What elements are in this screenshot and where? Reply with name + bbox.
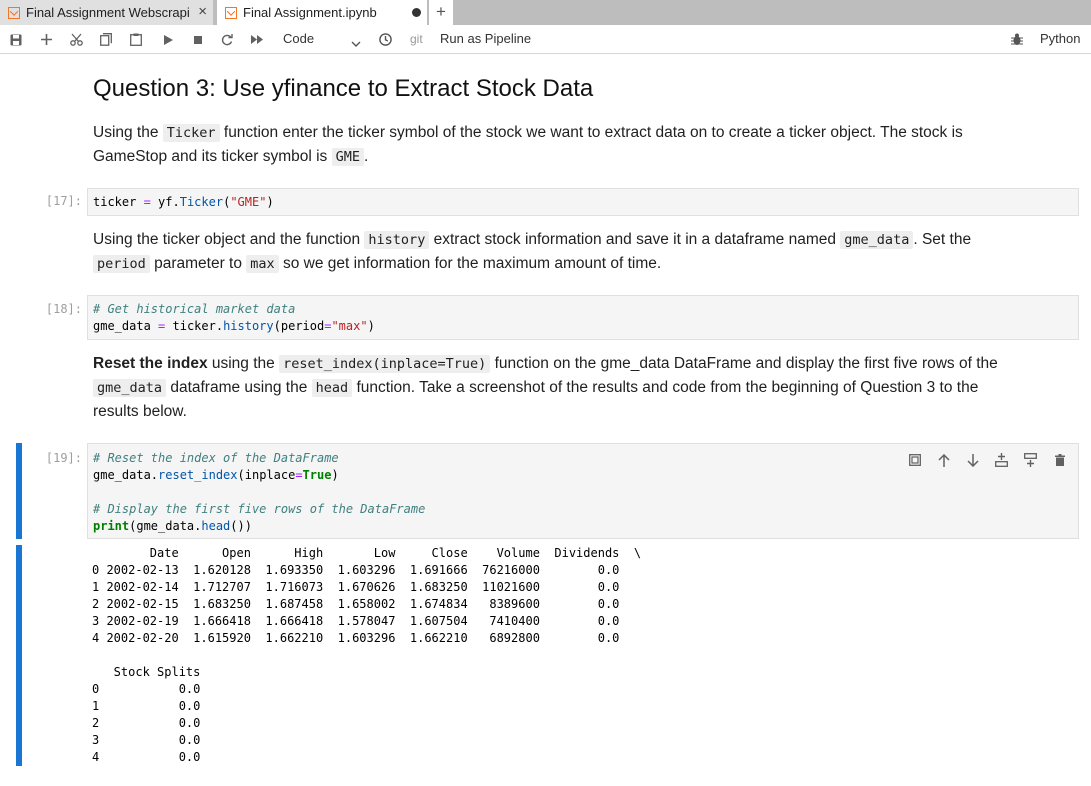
scissors-icon xyxy=(69,33,83,46)
close-icon[interactable]: × xyxy=(198,3,207,20)
play-icon xyxy=(163,34,173,45)
insert-cell-button[interactable] xyxy=(36,25,56,54)
restart-run-all-button[interactable] xyxy=(247,25,267,54)
paste-button[interactable] xyxy=(126,25,146,54)
debug-bug-icon[interactable] xyxy=(1011,33,1023,51)
output-row: 4 2002-02-20 1.615920 1.662210 1.603296 … xyxy=(92,631,620,645)
kernel-name[interactable]: Python xyxy=(1040,31,1080,46)
notebook-icon xyxy=(225,6,237,19)
output-row: 1 0.0 xyxy=(92,699,201,713)
duplicate-icon xyxy=(908,454,921,466)
chevron-down-icon[interactable] xyxy=(351,35,361,53)
restart-button[interactable] xyxy=(217,25,237,54)
output-row: 4 0.0 xyxy=(92,750,201,764)
output-row: 2 0.0 xyxy=(92,716,201,730)
output-row: 0 2002-02-13 1.620128 1.693350 1.603296 … xyxy=(92,563,620,577)
cell-prompt: [18]: xyxy=(45,302,82,316)
notebook-toolbar: Code git Run as Pipeline Python xyxy=(0,25,1091,54)
run-as-pipeline-button[interactable]: Run as Pipeline xyxy=(440,31,531,46)
output-row: 3 0.0 xyxy=(92,733,201,747)
clock-button[interactable] xyxy=(376,25,394,54)
active-cell-indicator xyxy=(16,443,22,539)
refresh-icon xyxy=(221,33,233,45)
cell-prompt: [17]: xyxy=(45,194,82,208)
save-button[interactable] xyxy=(6,25,26,54)
clock-icon xyxy=(378,33,392,46)
output-row: 0 0.0 xyxy=(92,682,201,696)
tab-label: Final Assignment.ipynb xyxy=(243,5,377,20)
interrupt-button[interactable] xyxy=(188,25,208,54)
code-cell-18[interactable]: # Get historical market data gme_data = … xyxy=(87,295,1079,340)
markdown-cell-history: Using the ticker object and the function… xyxy=(93,231,972,273)
new-tab-button[interactable]: + xyxy=(429,0,453,25)
move-up-button[interactable] xyxy=(929,451,958,469)
markdown-heading: Question 3: Use yfinance to Extract Stoc… xyxy=(93,75,594,102)
tab-label: Final Assignment Webscrapi xyxy=(26,5,190,20)
cell-type-select[interactable]: Code xyxy=(283,31,314,46)
insert-above-icon xyxy=(995,453,1008,467)
tab-bar: Final Assignment Webscrapi × Final Assig… xyxy=(0,0,1091,25)
run-button[interactable] xyxy=(158,25,178,54)
markdown-cell-reset-index: Reset the index using the reset_index(in… xyxy=(93,355,998,420)
output-splits-header: Stock Splits xyxy=(92,665,201,679)
output-table-header: Date Open High Low Close Volume Dividend… xyxy=(92,546,642,560)
arrow-down-icon xyxy=(966,453,979,467)
tab-final-assignment[interactable]: Final Assignment.ipynb xyxy=(217,0,427,25)
cell-output: Date Open High Low Close Volume Dividend… xyxy=(92,545,641,766)
copy-button[interactable] xyxy=(96,25,116,54)
insert-above-button[interactable] xyxy=(987,451,1016,469)
markdown-cell-ticker: Using the Ticker function enter the tick… xyxy=(93,124,963,166)
save-icon xyxy=(10,34,22,45)
output-row: 3 2002-02-19 1.666418 1.666418 1.578047 … xyxy=(92,614,620,628)
tab-webscraping[interactable]: Final Assignment Webscrapi × xyxy=(0,0,214,25)
copy-icon xyxy=(100,33,112,46)
cut-button[interactable] xyxy=(66,25,86,54)
fast-forward-icon xyxy=(251,35,263,44)
trash-icon xyxy=(1054,454,1065,466)
stop-icon xyxy=(194,35,202,44)
delete-cell-button[interactable] xyxy=(1045,451,1074,469)
cell-action-toolbar xyxy=(900,451,1074,469)
output-row: 2 2002-02-15 1.683250 1.687458 1.658002 … xyxy=(92,597,620,611)
cell-prompt: [19]: xyxy=(45,451,82,465)
duplicate-cell-button[interactable] xyxy=(900,451,929,469)
paste-icon xyxy=(130,33,142,46)
arrow-up-icon xyxy=(937,453,950,467)
add-icon xyxy=(40,34,52,45)
output-active-indicator xyxy=(16,545,22,766)
git-label[interactable]: git xyxy=(410,32,423,46)
notebook-icon xyxy=(8,6,20,19)
unsaved-dot-icon[interactable] xyxy=(412,8,421,17)
move-down-button[interactable] xyxy=(958,451,987,469)
insert-below-icon xyxy=(1024,453,1037,467)
insert-below-button[interactable] xyxy=(1016,451,1045,469)
output-row: 1 2002-02-14 1.712707 1.716073 1.670626 … xyxy=(92,580,620,594)
code-cell-17[interactable]: ticker = yf.Ticker("GME") xyxy=(87,188,1079,216)
